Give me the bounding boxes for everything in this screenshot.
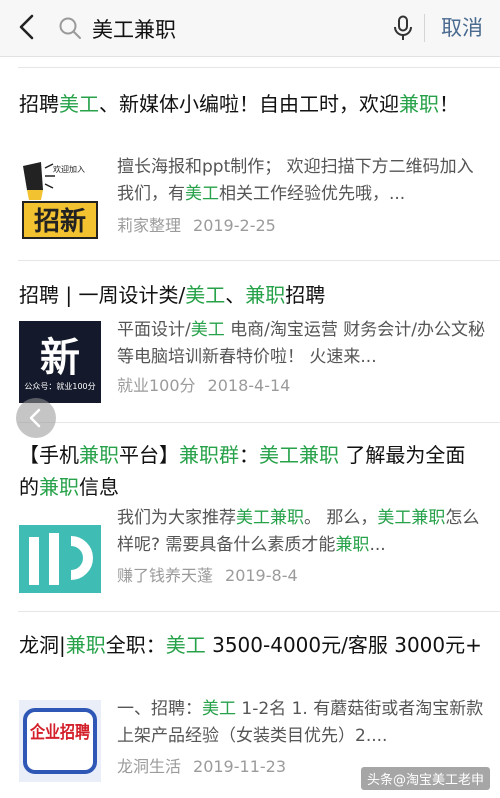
search-box[interactable] — [52, 8, 424, 48]
result-title: 龙洞|兼职全职：美工 3500-4000元/客服 3000元+ — [19, 629, 484, 661]
text-segment: 一、招聘： — [117, 699, 202, 719]
text-segment: 相关工作经验优先哦，... — [219, 184, 406, 204]
result-title: 招聘美工、新媒体小编啦！自由工时，欢迎兼职！ — [19, 88, 484, 120]
highlighted-keyword: 美工兼职 — [377, 508, 446, 528]
highlighted-keyword: 兼职 — [399, 92, 439, 116]
result-snippet: 擅长海报和ppt制作； 欢迎扫描下方二维码加入我们，有美工相关工作经验优先哦，.… — [117, 154, 485, 208]
text-segment: 龙洞| — [19, 633, 66, 657]
highlighted-keyword: 美工 — [185, 283, 226, 307]
result-source: 龙洞生活 — [117, 757, 182, 776]
text-segment: 招聘 — [19, 92, 59, 116]
microphone-icon[interactable] — [392, 15, 414, 41]
result-meta: 莉家整理 2019-2-25 — [117, 214, 276, 238]
highlighted-keyword: 美工 — [165, 633, 206, 657]
result-title: 【手机兼职平台】兼职群：美工兼职 了解最为全面的兼职信息 — [19, 439, 484, 503]
text-segment: 招聘 — [285, 283, 326, 307]
highlighted-keyword: 美工 — [59, 92, 99, 116]
highlighted-keyword: 美工 — [185, 184, 219, 204]
header-divider — [424, 14, 425, 42]
result-title: 招聘 | 一周设计类/美工、兼职招聘 — [19, 279, 484, 311]
result-snippet: 我们为大家推荐美工兼职。 那么，美工兼职怎么样呢? 需要具备什么素质才能兼职..… — [117, 505, 485, 559]
result-date: 2019-8-4 — [225, 566, 298, 585]
cancel-button[interactable]: 取消 — [432, 12, 492, 44]
search-icon — [59, 17, 81, 39]
highlighted-keyword: 兼职 — [335, 535, 370, 555]
text-segment: 。 那么， — [304, 508, 378, 528]
text-segment: 全职： — [105, 633, 166, 657]
highlighted-keyword: 兼职群 — [179, 443, 239, 467]
result-thumbnail — [19, 511, 101, 593]
result-thumbnail: 新 公众号：就业100分 — [19, 321, 101, 403]
highlighted-keyword: 兼职 — [245, 283, 286, 307]
text-segment: 、新媒体小编啦！自由工时，欢迎 — [99, 92, 399, 116]
thumb-main-text: 招新 — [34, 206, 86, 237]
text-segment: 3500-4000元/客服 3000元+ — [205, 633, 482, 657]
text-segment: ： — [239, 443, 259, 467]
watermark: 头条@淘宝美工老申 — [360, 767, 490, 790]
text-segment: 信息 — [79, 475, 119, 499]
result-thumbnail: 欢迎加入 招新 — [19, 160, 101, 242]
text-segment: 、 — [225, 283, 246, 307]
text-segment: 招聘 | 一周设计类/ — [19, 283, 186, 307]
result-source: 莉家整理 — [117, 216, 182, 235]
text-segment: ！ — [439, 92, 459, 116]
result-card[interactable]: 招聘美工、新媒体小编啦！自由工时，欢迎兼职！ 欢迎加入 招新 擅长海报和ppt制… — [0, 68, 500, 260]
result-source: 就业100分 — [117, 376, 196, 395]
highlighted-keyword: 美工 — [202, 699, 236, 719]
thumb-main-text: 新 — [40, 335, 80, 381]
text-segment: 我们为大家推荐 — [117, 508, 236, 528]
floating-back-button[interactable] — [16, 398, 56, 438]
result-meta: 龙洞生活 2019-11-23 — [117, 755, 286, 779]
highlighted-keyword: 美工兼职 — [236, 508, 304, 528]
result-snippet: 平面设计/美工 电商/淘宝运营 财务会计/办公文秘等电脑培训新春特价啦！ 火速来… — [117, 317, 485, 371]
result-card[interactable]: 招聘 | 一周设计类/美工、兼职招聘 新 公众号：就业100分 平面设计/美工 … — [0, 261, 500, 422]
thumb-top-text: 欢迎加入 — [53, 164, 85, 174]
highlighted-keyword: 美工 — [190, 320, 225, 340]
search-header: 取消 — [0, 0, 500, 57]
result-date: 2019-11-23 — [193, 757, 286, 776]
chevron-left-icon — [19, 14, 34, 40]
highlighted-keyword: 美工兼职 — [259, 443, 339, 467]
highlighted-keyword: 兼职 — [79, 443, 119, 467]
result-meta: 赚了钱养天蓬 2019-8-4 — [117, 564, 298, 588]
result-thumbnail: 企业招聘 — [19, 700, 101, 782]
back-button[interactable] — [14, 12, 42, 42]
thumb-main-text-line1: 企业招聘 — [29, 722, 90, 743]
text-segment: 平台】 — [119, 443, 179, 467]
text-segment: 平面设计/ — [117, 320, 191, 340]
highlighted-keyword: 兼职 — [65, 633, 106, 657]
result-card[interactable]: 【手机兼职平台】兼职群：美工兼职 了解最为全面的兼职信息 我们为大家推荐美工兼职… — [0, 423, 500, 611]
result-snippet: 一、招聘：美工 1-2名 1. 有蘑菇街或者淘宝新款上架产品经验（女装类目优先）… — [117, 696, 485, 750]
highlighted-keyword: 兼职 — [39, 475, 79, 499]
text-segment: 【手机 — [19, 443, 79, 467]
result-source: 赚了钱养天蓬 — [117, 566, 214, 585]
text-segment: ... — [369, 535, 386, 555]
chevron-left-icon — [29, 408, 41, 428]
thumb-caption: 公众号：就业100分 — [24, 381, 95, 391]
search-input[interactable] — [90, 12, 374, 46]
result-meta: 就业100分 2018-4-14 — [117, 374, 290, 398]
result-date: 2018-4-14 — [207, 376, 291, 395]
result-date: 2019-2-25 — [193, 216, 276, 235]
